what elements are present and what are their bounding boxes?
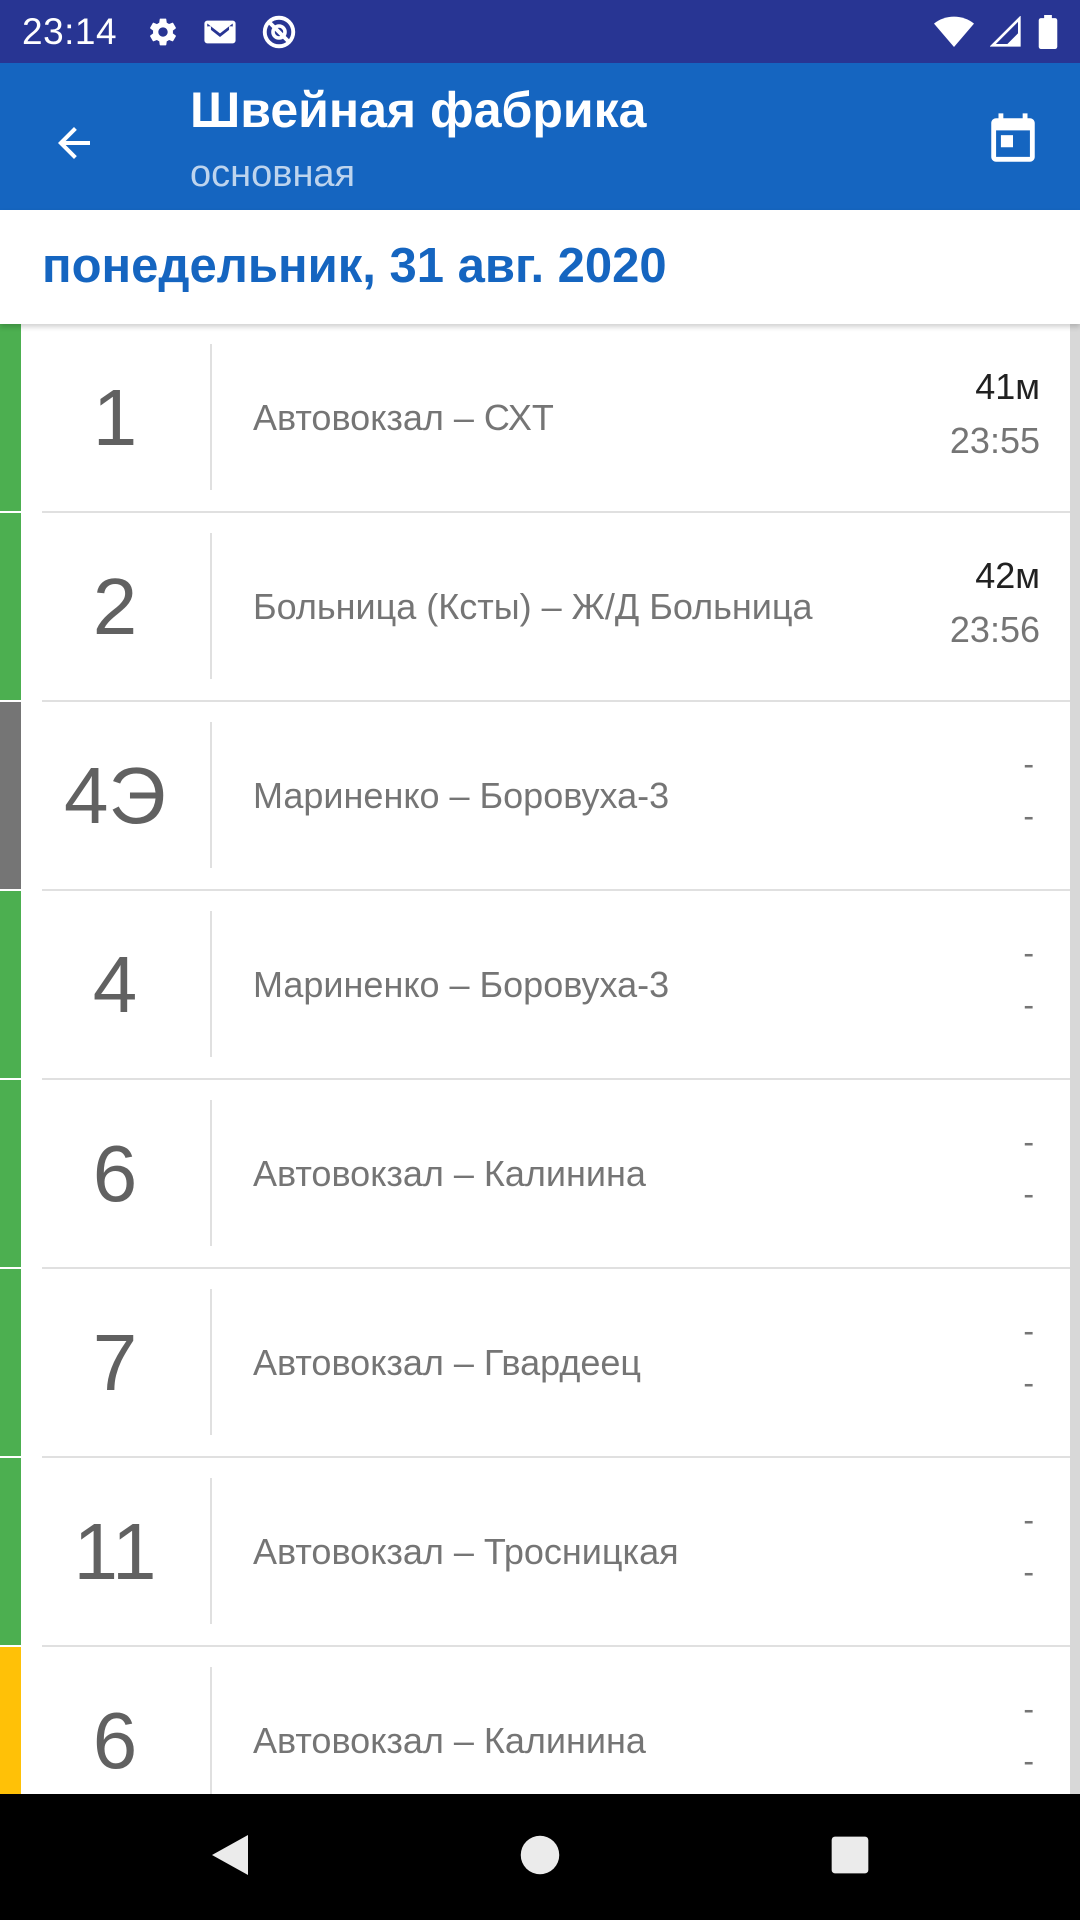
arrival-time: - (1023, 1554, 1034, 1590)
route-row[interactable]: 4Э Мариненко – Боровуха-3 - - (0, 702, 1070, 891)
status-notification-icons (147, 14, 297, 50)
route-color-indicator (0, 702, 21, 889)
arrival-in: - (1023, 1313, 1034, 1349)
battery-icon (1038, 14, 1058, 49)
route-color-indicator (0, 1647, 21, 1794)
arrival-in: - (1023, 1691, 1034, 1727)
arrow-back-icon (50, 119, 98, 172)
route-number: 6 (92, 1128, 138, 1218)
back-button[interactable] (30, 101, 118, 189)
route-color-indicator (0, 1458, 21, 1645)
arrival-in: - (1023, 1502, 1034, 1538)
arrival-time: - (1023, 798, 1034, 834)
arrival-in: - (1023, 746, 1034, 782)
number-divider (210, 911, 212, 1057)
navigation-bar (0, 1794, 1080, 1920)
route-number: 2 (92, 561, 138, 651)
route-row[interactable]: 1 Автовокзал – СХТ 41м 23:55 (0, 324, 1070, 513)
route-color-indicator (0, 513, 21, 700)
route-number: 7 (92, 1317, 138, 1407)
arrival-time: - (1023, 1365, 1034, 1401)
route-row[interactable]: 6 Автовокзал – Калинина - - (0, 1080, 1070, 1269)
date-header: понедельник, 31 авг. 2020 (0, 210, 1080, 324)
nav-home-button[interactable] (510, 1827, 570, 1887)
arrival-time: 23:56 (949, 609, 1040, 650)
route-name: Автовокзал – Гвардеец (253, 1341, 641, 1383)
arrival-time: - (1023, 987, 1034, 1023)
app-bar: Швейная фабрика основная (0, 63, 1080, 210)
number-divider (210, 1478, 212, 1624)
calendar-icon (984, 111, 1042, 174)
route-name: Мариненко – Боровуха-3 (253, 963, 670, 1005)
nav-home-icon (519, 1834, 561, 1881)
number-divider (210, 1289, 212, 1435)
route-color-indicator (0, 1269, 21, 1456)
route-name: Автовокзал – Калинина (253, 1719, 646, 1761)
signal-icon (990, 15, 1022, 48)
route-color-indicator (0, 324, 21, 511)
wifi-icon (934, 16, 974, 48)
gear-icon (147, 16, 179, 48)
route-name: Мариненко – Боровуха-3 (253, 774, 670, 816)
route-row[interactable]: 4 Мариненко – Боровуха-3 - - (0, 891, 1070, 1080)
route-name: Автовокзал – Калинина (253, 1152, 646, 1194)
scrollbar[interactable] (1070, 324, 1080, 1794)
route-color-indicator (0, 891, 21, 1078)
nav-recents-button[interactable] (820, 1827, 880, 1887)
status-time: 23:14 (22, 10, 118, 52)
stop-subtitle: основная (190, 153, 356, 195)
no-disturb-icon (261, 14, 297, 50)
route-list[interactable]: 1 Автовокзал – СХТ 41м 23:55 2 Больница (Ксты… (0, 324, 1080, 1794)
schedule-date: понедельник, 31 авг. 2020 (42, 239, 667, 293)
number-divider (210, 1667, 212, 1794)
route-row[interactable]: 11 Автовокзал – Тросницкая - - (0, 1458, 1070, 1647)
status-bar: 23:14 (0, 0, 1080, 63)
nav-back-icon (208, 1831, 252, 1884)
route-name: Автовокзал – СХТ (253, 396, 554, 438)
arrival-in: 41м (975, 366, 1040, 407)
number-divider (210, 344, 212, 490)
calendar-button[interactable] (968, 97, 1058, 187)
arrival-in: 42м (975, 555, 1040, 596)
route-color-indicator (0, 1080, 21, 1267)
number-divider (210, 1100, 212, 1246)
route-name: Автовокзал – Тросницкая (253, 1530, 679, 1572)
route-number: 6 (92, 1695, 138, 1785)
number-divider (210, 722, 212, 868)
route-number: 4 (92, 939, 138, 1029)
arrival-time: - (1023, 1743, 1034, 1779)
route-row[interactable]: 6 Автовокзал – Калинина - - (0, 1647, 1070, 1794)
route-row[interactable]: 7 Автовокзал – Гвардеец - - (0, 1269, 1070, 1458)
arrival-time: - (1023, 1176, 1034, 1212)
status-system-icons (934, 14, 1058, 49)
route-number: 1 (92, 372, 138, 462)
number-divider (210, 533, 212, 679)
route-name: Больница (Ксты) – Ж/Д Больница (253, 585, 813, 627)
nav-recents-icon (830, 1835, 870, 1880)
nav-back-button[interactable] (200, 1827, 260, 1887)
gmail-icon (203, 17, 237, 47)
arrival-in: - (1023, 935, 1034, 971)
arrival-time: 23:55 (949, 420, 1040, 461)
stop-title: Швейная фабрика (190, 82, 647, 138)
arrival-in: - (1023, 1124, 1034, 1160)
route-number: 11 (73, 1506, 157, 1596)
route-row[interactable]: 2 Больница (Ксты) – Ж/Д Больница 42м 23:56 (0, 513, 1070, 702)
route-number: 4Э (64, 750, 166, 840)
